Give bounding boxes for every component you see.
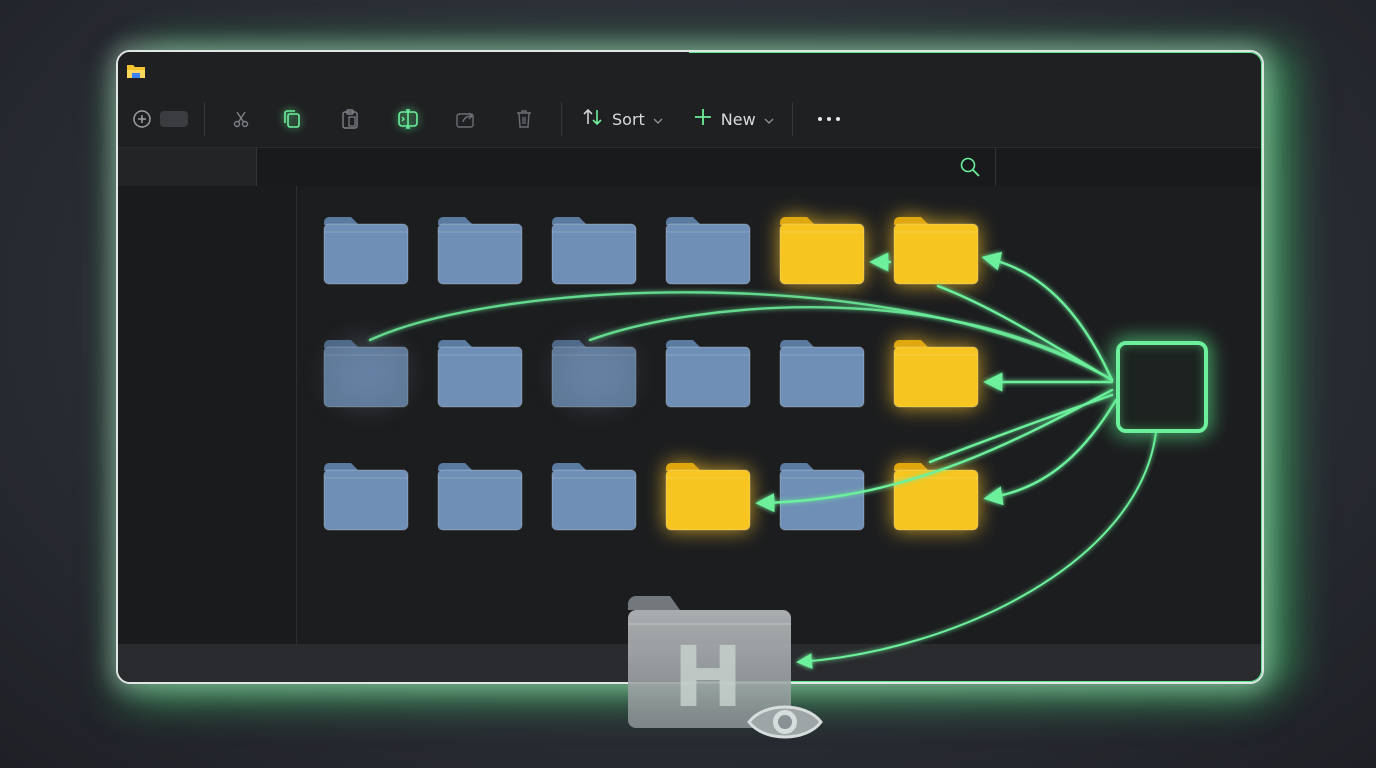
new-label: New [720,109,756,129]
circle-plus-icon[interactable] [130,101,154,137]
folder-icon-r2c3[interactable] [550,337,638,409]
folder-icon-r2c4[interactable] [664,337,752,409]
scissors-icon[interactable] [219,101,263,137]
divider [561,102,562,136]
rename-icon[interactable] [379,101,437,137]
navigation-pane [118,186,297,644]
eye-icon [746,696,824,752]
folder-icon-r3c4[interactable] [664,460,752,532]
sort-label: Sort [612,109,645,129]
folder-icon-r3c5[interactable] [778,460,866,532]
address-bar-row [118,147,1262,187]
nav-buttons-area [118,148,256,186]
folder-icon-r3c6[interactable] [892,460,980,532]
address-bar[interactable] [256,148,996,186]
folder-icon-r1c4[interactable] [664,214,752,286]
folder-icon-r3c1[interactable] [322,460,410,532]
folder-icon-r1c6[interactable] [892,214,980,286]
folder-icon-r3c2[interactable] [436,460,524,532]
command-bar: Sort New [118,92,1262,146]
clipboard-icon[interactable] [321,101,379,137]
plus-icon [693,107,713,131]
new-button[interactable]: New [693,101,774,137]
share-icon[interactable] [437,101,495,137]
ellipsis-icon[interactable] [809,101,849,137]
folder-icon-r2c1[interactable] [322,337,410,409]
chevron-down-icon [653,110,663,129]
folder-icon-r2c2[interactable] [436,337,524,409]
folder-icon-r1c3[interactable] [550,214,638,286]
tab-pill[interactable] [160,111,188,127]
folder-icon [126,62,146,84]
folder-icon-r2c6[interactable] [892,337,980,409]
folder-icon-r1c1[interactable] [322,214,410,286]
source-box[interactable] [1116,341,1208,433]
folder-icon-r2c5[interactable] [778,337,866,409]
sort-button[interactable]: Sort [582,101,663,137]
folder-icon-r1c2[interactable] [436,214,524,286]
trash-icon[interactable] [495,101,553,137]
search-icon[interactable] [959,156,981,182]
hidden-folder-letter: H [673,628,743,726]
chevron-down-icon [764,110,774,129]
divider [204,102,205,136]
sort-arrows-icon [582,107,604,131]
copy-icon[interactable] [263,101,321,137]
divider [791,102,793,136]
folder-icon-r1c5[interactable] [778,214,866,286]
title-bar [118,52,1262,92]
folder-icon-r3c3[interactable] [550,460,638,532]
